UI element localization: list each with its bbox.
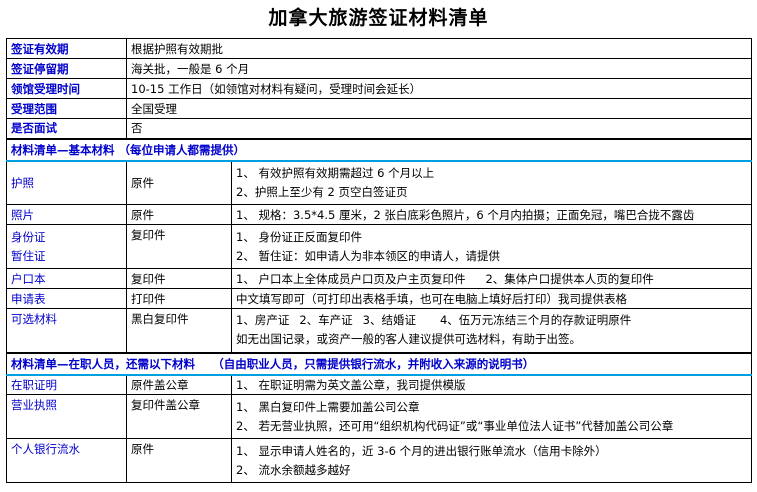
item-label: 照片 — [6, 204, 127, 225]
item-type: 原件 — [126, 438, 232, 483]
requirement-line: 1、 户口本上全体成员户口页及户主页复印件 — [236, 271, 466, 286]
document: 加拿大旅游签证材料清单 签证有效期 根据护照有效期批 签证停留期 海关批，一般是… — [0, 0, 757, 492]
section-header-basic: 材料清单—基本材料 （每位申请人都需提供） — [6, 137, 752, 162]
row-household-register: 户口本 复印件 1、 户口本上全体成员户口页及户主页复印件 2、集体户口提供本人页… — [6, 268, 752, 289]
requirement-line: 1、 显示申请人姓名的，近 3-6 个月的进出银行账单流水（信用卡除外） — [236, 443, 607, 458]
requirement-line: 1、 身份证正反面复印件 — [236, 229, 362, 244]
materials-table: 签证有效期 根据护照有效期批 签证停留期 海关批，一般是 6 个月 领馆受理时间… — [6, 38, 752, 483]
info-row-scope: 受理范围 全国受理 — [6, 98, 752, 119]
section-title: 材料清单—在职人员，还需以下材料 （自由职业人员，只需提供银行流水，并附收入来源… — [6, 351, 752, 376]
info-label: 签证停留期 — [6, 58, 127, 79]
document-title: 加拿大旅游签证材料清单 — [268, 7, 489, 29]
item-requirements: 1、 有效护照有效期需超过 6 个月以上 2、护照上至少有 2 页空白签证页 — [231, 160, 752, 205]
item-type: 原件 — [126, 204, 232, 225]
info-value: 10-15 工作日（如领馆对材料有疑问，受理时间会延长） — [126, 78, 752, 99]
requirement-line: 2、 暂住证：如申请人为非本领区的申请人，请提供 — [236, 248, 500, 263]
row-photo: 照片 原件 1、 规格：3.5*4.5 厘米，2 张白底彩色照片，6 个月内拍摄… — [6, 204, 752, 225]
requirement-line: 2、护照上至少有 2 页空白签证页 — [236, 184, 408, 199]
info-value: 否 — [126, 118, 752, 139]
item-label: 护照 — [6, 160, 127, 205]
info-row-processing-time: 领馆受理时间 10-15 工作日（如领馆对材料有疑问，受理时间会延长） — [6, 78, 752, 99]
row-application-form: 申请表 打印件 中文填写即可（可打印出表格手填，也可在电脑上填好后打印）我司提供… — [6, 288, 752, 309]
optional-item: 3、结婚证 — [362, 313, 416, 328]
info-value: 海关批，一般是 6 个月 — [126, 58, 752, 79]
item-requirements: 1、 显示申请人姓名的，近 3-6 个月的进出银行账单流水（信用卡除外） 2、 … — [231, 438, 752, 483]
item-label: 身份证 暂住证 — [6, 224, 127, 269]
section-title: 材料清单—基本材料 （每位申请人都需提供） — [6, 137, 752, 162]
item-type: 复印件 — [126, 268, 232, 289]
item-requirements: 1、 规格：3.5*4.5 厘米，2 张白底彩色照片，6 个月内拍摄；正面免冠，… — [231, 204, 752, 225]
item-requirements: 1、 黑白复印件上需要加盖公司公章 2、 若无营业执照，还可用“组织机构代码证”… — [231, 394, 752, 439]
row-bank-statement: 个人银行流水 原件 1、 显示申请人姓名的，近 3-6 个月的进出银行账单流水（… — [6, 438, 752, 483]
item-type: 复印件 — [126, 224, 232, 269]
item-type: 复印件盖公章 — [126, 394, 232, 439]
requirement-line: 1、 黑白复印件上需要加盖公司公章 — [236, 399, 420, 414]
row-passport: 护照 原件 1、 有效护照有效期需超过 6 个月以上 2、护照上至少有 2 页空… — [6, 160, 752, 205]
requirement-line: 2、集体户口提供本人页的复印件 — [485, 271, 654, 286]
info-label: 签证有效期 — [6, 38, 127, 59]
optional-note: 如无出国记录，或资产一般的客人建议提供可选材料，有助于出签。 — [236, 332, 581, 347]
optional-item: 1、房产证 — [236, 313, 290, 328]
optional-item: 2、车产证 — [299, 313, 353, 328]
item-requirements: 1、 户口本上全体成员户口页及户主页复印件 2、集体户口提供本人页的复印件 — [231, 268, 752, 289]
info-label: 领馆受理时间 — [6, 78, 127, 99]
info-value: 根据护照有效期批 — [126, 38, 752, 59]
row-employment-certificate: 在职证明 原件盖公章 1、 在职证明需为英文盖公章，我司提供模版 — [6, 374, 752, 395]
item-type: 原件盖公章 — [126, 374, 232, 395]
row-business-license: 营业执照 复印件盖公章 1、 黑白复印件上需要加盖公司公章 2、 若无营业执照，… — [6, 394, 752, 439]
residence-permit-label: 暂住证 — [11, 248, 46, 263]
info-row-validity: 签证有效期 根据护照有效期批 — [6, 38, 752, 59]
item-requirements: 1、房产证 2、车产证 3、结婚证 4、伍万元冻结三个月的存款证明原件 如无出国记录，… — [231, 308, 752, 353]
optional-items: 1、房产证 2、车产证 3、结婚证 4、伍万元冻结三个月的存款证明原件 — [236, 311, 747, 330]
item-label: 个人银行流水 — [6, 438, 127, 483]
item-requirements: 1、 在职证明需为英文盖公章，我司提供模版 — [231, 374, 752, 395]
item-label: 营业执照 — [6, 394, 127, 439]
item-type: 黑白复印件 — [126, 308, 232, 353]
optional-item: 4、伍万元冻结三个月的存款证明原件 — [439, 313, 632, 328]
item-label: 可选材料 — [6, 308, 127, 353]
item-label: 在职证明 — [6, 374, 127, 395]
section-header-employed: 材料清单—在职人员，还需以下材料 （自由职业人员，只需提供银行流水，并附收入来源… — [6, 351, 752, 376]
item-type: 打印件 — [126, 288, 232, 309]
item-requirements: 1、 身份证正反面复印件 2、 暂住证：如申请人为非本领区的申请人，请提供 — [231, 224, 752, 269]
id-card-label: 身份证 — [11, 229, 46, 244]
requirement-line: 2、 若无营业执照，还可用“组织机构代码证”或“事业单位法人证书”代替加盖公司公… — [236, 418, 674, 433]
item-requirements: 中文填写即可（可打印出表格手填，也可在电脑上填好后打印）我司提供表格 — [231, 288, 752, 309]
info-label: 是否面试 — [6, 118, 127, 139]
info-value: 全国受理 — [126, 98, 752, 119]
row-optional-materials: 可选材料 黑白复印件 1、房产证 2、车产证 3、结婚证 4、伍万元冻结三个月的存款证… — [6, 308, 752, 353]
row-id-card: 身份证 暂住证 复印件 1、 身份证正反面复印件 2、 暂住证：如申请人为非本领… — [6, 224, 752, 269]
requirement-line: 1、 有效护照有效期需超过 6 个月以上 — [236, 165, 435, 180]
item-label: 申请表 — [6, 288, 127, 309]
item-label: 户口本 — [6, 268, 127, 289]
info-label: 受理范围 — [6, 98, 127, 119]
info-row-interview: 是否面试 否 — [6, 118, 752, 139]
info-row-stay: 签证停留期 海关批，一般是 6 个月 — [6, 58, 752, 79]
item-type: 原件 — [126, 160, 232, 205]
requirement-line: 2、 流水余额越多越好 — [236, 462, 351, 477]
